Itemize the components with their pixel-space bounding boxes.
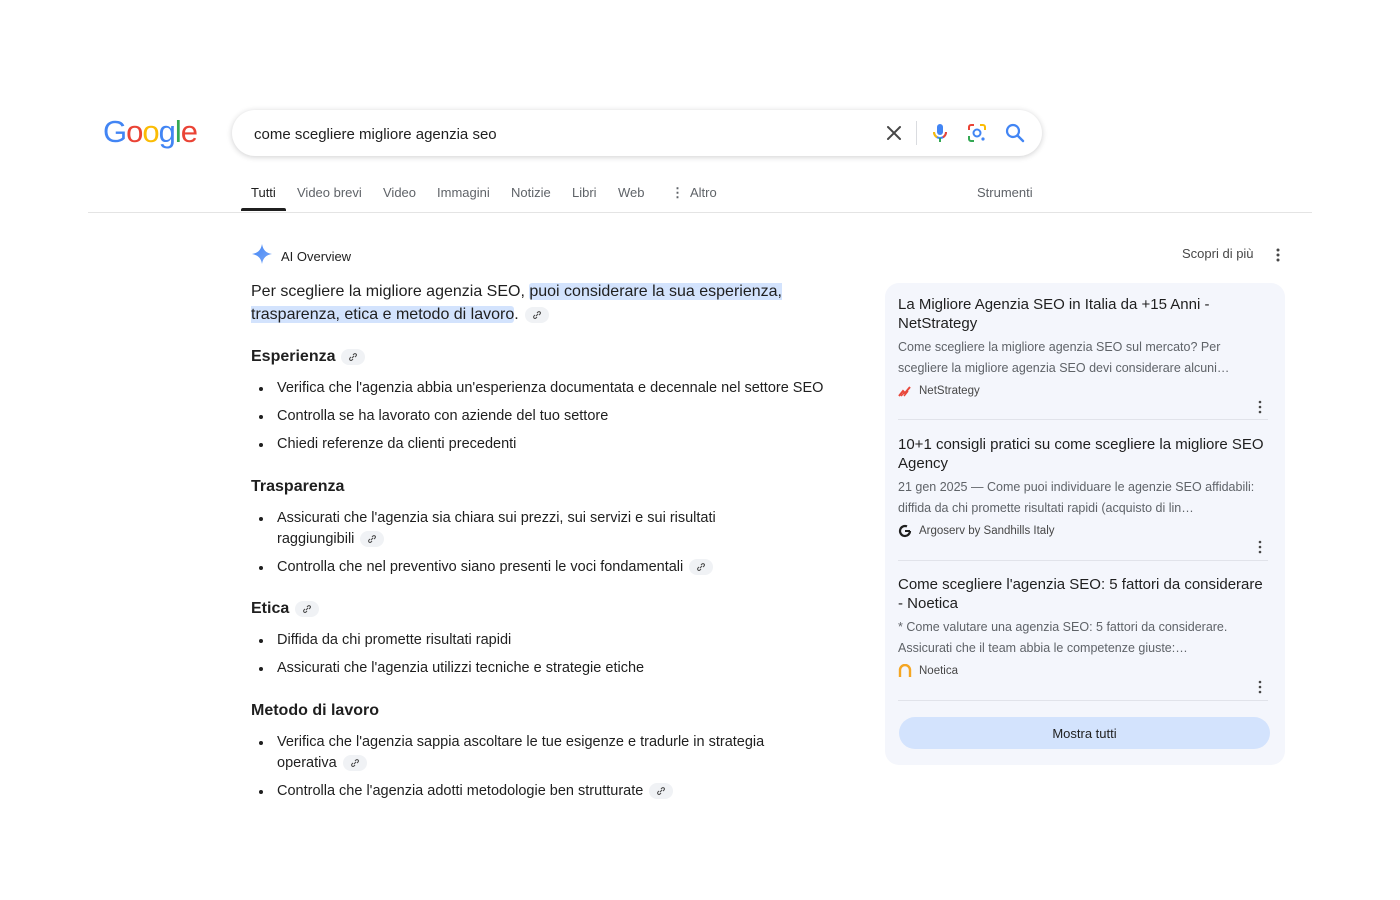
source-snippet: Come scegliere la migliore agenzia SEO s… bbox=[898, 340, 1230, 375]
logo-letter: e bbox=[180, 114, 198, 149]
list-item-text: Assicurati che l'agenzia sia chiara sui … bbox=[277, 510, 716, 547]
noetica-logo-icon bbox=[898, 663, 912, 678]
bullet-list: Diffida da chi promette risultati rapidi… bbox=[251, 630, 851, 679]
mic-icon[interactable] bbox=[928, 121, 952, 145]
section-heading-text: Esperienza bbox=[251, 348, 336, 365]
search-icon[interactable] bbox=[1003, 121, 1027, 145]
tab-immagini[interactable]: Immagini bbox=[437, 185, 490, 200]
lead-text: Per scegliere la migliore agenzia SEO, bbox=[251, 283, 530, 300]
section-heading: Esperienza bbox=[251, 346, 861, 368]
bullet-list: Verifica che l'agenzia abbia un'esperien… bbox=[251, 378, 861, 455]
source-site: Noetica bbox=[898, 663, 1268, 678]
source-title[interactable]: Come scegliere l'agenzia SEO: 5 fattori … bbox=[898, 575, 1268, 613]
ai-overview-title: AI Overview bbox=[281, 249, 352, 264]
card-divider bbox=[898, 700, 1268, 701]
source-card[interactable]: 10+1 consigli pratici su come scegliere … bbox=[898, 435, 1268, 554]
argoserv-logo-icon bbox=[898, 524, 912, 538]
tab-notizie[interactable]: Notizie bbox=[511, 185, 551, 200]
tab-tutti[interactable]: Tutti bbox=[251, 185, 276, 200]
list-item: Controlla se ha lavorato con aziende del… bbox=[251, 406, 861, 427]
search-box bbox=[232, 110, 1042, 156]
logo-letter: o bbox=[126, 114, 143, 149]
search-tabs: Tutti Video brevi Video Immagini Notizie… bbox=[0, 172, 1400, 214]
citation-link-icon[interactable] bbox=[524, 306, 549, 323]
source-card[interactable]: La Migliore Agenzia SEO in Italia da +15… bbox=[898, 295, 1268, 414]
active-tab-indicator bbox=[241, 208, 286, 211]
bullet-list: Assicurati che l'agenzia sia chiara sui … bbox=[251, 508, 771, 578]
list-item-text: Controlla che l'agenzia adotti metodolog… bbox=[277, 783, 644, 799]
citation-link-icon[interactable] bbox=[342, 755, 367, 772]
citation-link-icon[interactable] bbox=[341, 348, 366, 365]
tab-libri[interactable]: Libri bbox=[572, 185, 597, 200]
list-item: Assicurati che l'agenzia sia chiara sui … bbox=[251, 508, 771, 550]
list-item-text: Controlla che nel preventivo siano prese… bbox=[277, 559, 684, 575]
citation-link-icon[interactable] bbox=[689, 559, 714, 576]
ai-answer: Per scegliere la migliore agenzia SEO, p… bbox=[251, 280, 851, 326]
search-input[interactable] bbox=[252, 121, 856, 147]
section-heading: Trasparenza bbox=[251, 478, 345, 495]
source-site-name: Noetica bbox=[919, 665, 958, 677]
sparkle-icon bbox=[251, 243, 273, 270]
section-heading: Etica bbox=[251, 598, 851, 620]
lens-icon[interactable] bbox=[965, 121, 989, 145]
more-vert-icon: ⋮ bbox=[671, 185, 684, 200]
card-divider bbox=[898, 419, 1268, 420]
tab-video-brevi[interactable]: Video brevi bbox=[297, 185, 362, 200]
section-heading: Metodo di lavoro bbox=[251, 702, 379, 719]
logo-letter: g bbox=[158, 114, 176, 149]
source-site: NetStrategy bbox=[898, 384, 1268, 398]
ai-overview-header: AI Overview bbox=[251, 243, 351, 270]
section-esperienza: Esperienza Verifica che l'agenzia abbia … bbox=[251, 346, 861, 462]
tab-altro-label: Altro bbox=[690, 185, 717, 200]
tab-video[interactable]: Video bbox=[383, 185, 416, 200]
tabs-divider bbox=[88, 212, 1312, 213]
citation-link-icon[interactable] bbox=[295, 600, 320, 617]
section-heading-text: Etica bbox=[251, 600, 290, 617]
list-item: Verifica che l'agenzia sappia ascoltare … bbox=[251, 732, 811, 774]
search-divider bbox=[916, 121, 917, 145]
logo-letter: o bbox=[142, 114, 159, 149]
bullet-list: Verifica che l'agenzia sappia ascoltare … bbox=[251, 732, 811, 802]
more-options-icon[interactable] bbox=[1254, 539, 1266, 555]
list-item: Diffida da chi promette risultati rapidi bbox=[251, 630, 851, 651]
citation-link-icon[interactable] bbox=[649, 783, 674, 800]
section-etica: Etica Diffida da chi promette risultati … bbox=[251, 598, 851, 686]
logo-letter: G bbox=[103, 114, 127, 149]
tab-web[interactable]: Web bbox=[618, 185, 645, 200]
list-item: Controlla che nel preventivo siano prese… bbox=[251, 557, 771, 578]
source-title[interactable]: 10+1 consigli pratici su come scegliere … bbox=[898, 435, 1268, 473]
source-snippet: 21 gen 2025 — Come puoi individuare le a… bbox=[898, 480, 1255, 515]
list-item: Controlla che l'agenzia adotti metodolog… bbox=[251, 781, 811, 802]
show-all-button[interactable]: Mostra tutti bbox=[899, 717, 1270, 749]
source-card[interactable]: Come scegliere l'agenzia SEO: 5 fattori … bbox=[898, 575, 1268, 694]
section-trasparenza: Trasparenza Assicurati che l'agenzia sia… bbox=[251, 476, 771, 585]
more-options-icon[interactable] bbox=[1254, 679, 1266, 695]
lead-end: . bbox=[514, 306, 519, 323]
source-site-name: NetStrategy bbox=[919, 385, 980, 397]
section-metodo-di-lavoro: Metodo di lavoro Verifica che l'agenzia … bbox=[251, 700, 811, 809]
more-options-icon[interactable] bbox=[1270, 246, 1286, 264]
citation-link-icon[interactable] bbox=[360, 531, 385, 548]
source-site-name: Argoserv by Sandhills Italy bbox=[919, 525, 1055, 537]
more-options-icon[interactable] bbox=[1254, 399, 1266, 415]
source-snippet: * Come valutare una agenzia SEO: 5 fatto… bbox=[898, 620, 1228, 655]
google-logo[interactable]: Google bbox=[103, 114, 198, 150]
list-item: Chiedi referenze da clienti precedenti bbox=[251, 434, 861, 455]
ai-answer-lead: Per scegliere la migliore agenzia SEO, p… bbox=[251, 280, 851, 326]
netstrategy-logo-icon bbox=[898, 384, 912, 398]
source-site: Argoserv by Sandhills Italy bbox=[898, 524, 1268, 538]
sources-panel: La Migliore Agenzia SEO in Italia da +15… bbox=[885, 283, 1285, 765]
tools-button[interactable]: Strumenti bbox=[977, 185, 1033, 200]
list-item: Verifica che l'agenzia abbia un'esperien… bbox=[251, 378, 861, 399]
card-divider bbox=[898, 560, 1268, 561]
learn-more-link[interactable]: Scopri di più bbox=[1182, 246, 1254, 261]
close-icon[interactable] bbox=[882, 121, 906, 145]
tab-altro[interactable]: ⋮ Altro bbox=[671, 185, 717, 201]
source-title[interactable]: La Migliore Agenzia SEO in Italia da +15… bbox=[898, 295, 1268, 333]
list-item: Assicurati che l'agenzia utilizzi tecnic… bbox=[251, 658, 851, 679]
